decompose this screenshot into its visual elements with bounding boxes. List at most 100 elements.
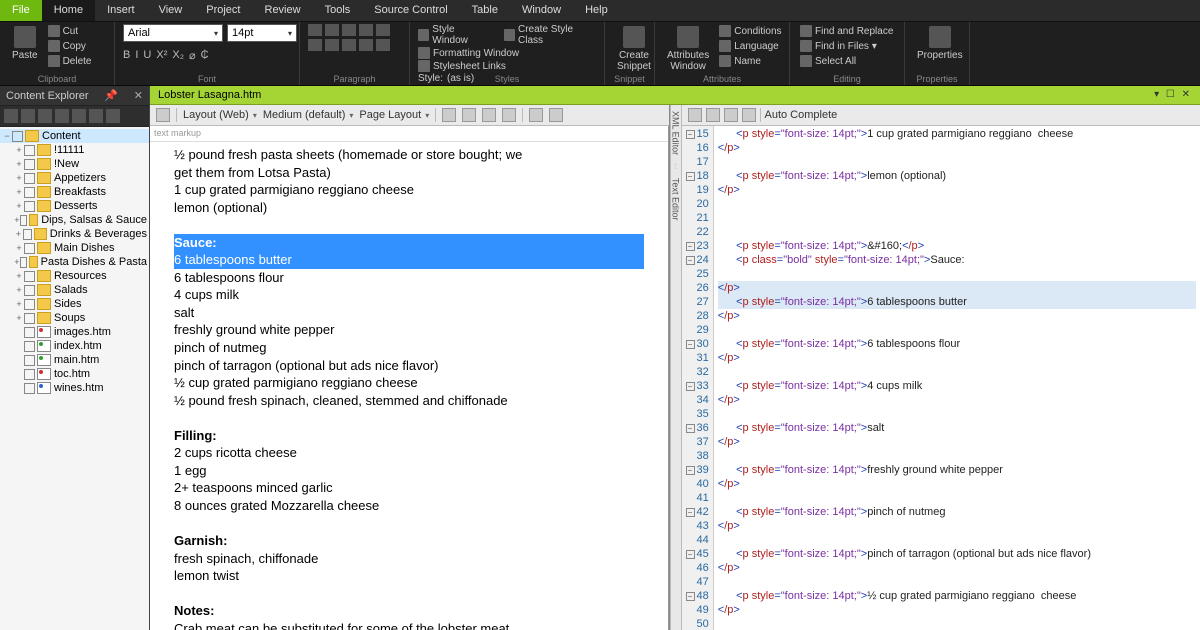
editor-line[interactable]: ½ cup grated parmigiano reggiano cheese [174,374,644,392]
tree-folder[interactable]: +!11111 [0,143,149,157]
tree-folder[interactable]: +Sides [0,297,149,311]
fmt-button[interactable]: X₂ [172,49,184,62]
paragraph-icon[interactable] [325,24,339,36]
editor-line[interactable]: pinch of nutmeg [174,339,644,357]
editor-line[interactable]: 1 cup grated parmigiano reggiano cheese [174,181,644,199]
tree-folder[interactable]: +Desserts [0,199,149,213]
fmt-button[interactable]: B [123,49,130,62]
code-line[interactable]: <p class="bold" style="font-size: 14pt;"… [718,253,1196,267]
font-size-combo[interactable]: 14pt [227,24,297,42]
paragraph-icon[interactable] [342,24,356,36]
editor-line[interactable]: Sauce: [174,234,644,252]
editor-line[interactable]: 4 cups milk [174,286,644,304]
text-editor-tab[interactable]: Text Editor [671,178,681,221]
editor-line[interactable]: Notes: [174,602,644,620]
code-line[interactable]: <p style="font-size: 14pt;">pinch of nut… [718,505,1196,519]
menu-project[interactable]: Project [194,0,252,21]
paragraph-icon[interactable] [376,24,390,36]
pin-icon[interactable]: 📌 [104,89,118,102]
editor-line[interactable]: lemon twist [174,567,644,585]
tool-icon[interactable] [502,108,516,122]
page-layout-dropdown[interactable]: Page Layout [359,109,429,121]
tree-file[interactable]: main.htm [0,353,149,367]
tool-icon[interactable] [21,109,35,123]
tree-file[interactable]: images.htm [0,325,149,339]
xml-editor-tab[interactable]: XML Editor [671,111,681,155]
code-line[interactable]: </p> [718,435,1196,449]
code-line[interactable] [718,407,1196,421]
tool-icon[interactable] [688,108,702,122]
name-button[interactable]: Name [717,54,783,68]
paragraph-icon[interactable] [308,24,322,36]
layout-dropdown[interactable]: Layout (Web) [183,109,257,121]
editor-line[interactable] [174,585,644,603]
tree-folder[interactable]: +!New [0,157,149,171]
code-line[interactable]: <p style="font-size: 14pt;">4 cups milk [718,379,1196,393]
tree-folder[interactable]: +Appetizers [0,171,149,185]
menu-source-control[interactable]: Source Control [362,0,459,21]
paragraph-icon[interactable] [376,39,390,51]
tool-icon[interactable] [482,108,496,122]
code-line[interactable] [718,449,1196,463]
code-line[interactable]: </p> [718,393,1196,407]
editor-line[interactable]: 6 tablespoons butter [174,251,644,269]
language-button[interactable]: Language [717,39,783,53]
tool-icon[interactable] [706,108,720,122]
code-line[interactable] [718,155,1196,169]
tree-file[interactable]: toc.htm [0,367,149,381]
tool-icon[interactable] [106,109,120,123]
code-line[interactable]: </p> [718,519,1196,533]
editor-line[interactable]: 2 cups ricotta cheese [174,444,644,462]
code-line[interactable]: </p> [718,603,1196,617]
tree-file[interactable]: index.htm [0,339,149,353]
editor-line[interactable]: 8 ounces grated Mozzarella cheese [174,497,644,515]
paste-button[interactable]: Paste [8,24,42,63]
editor-line[interactable] [174,216,644,234]
code-line[interactable]: <p style="font-size: 14pt;">lemon (optio… [718,169,1196,183]
style-window-button[interactable]: Style Window Create Style Class [418,24,596,46]
paragraph-icon[interactable] [359,24,373,36]
tool-icon[interactable] [4,109,18,123]
code-line[interactable] [718,225,1196,239]
tree-file[interactable]: wines.htm [0,381,149,395]
fmt-button[interactable]: I [135,49,138,62]
code-line[interactable] [718,533,1196,547]
tree-folder[interactable]: +Resources [0,269,149,283]
content-tree[interactable]: −Content+!11111+!New+Appetizers+Breakfas… [0,127,149,630]
editor-line[interactable] [174,514,644,532]
fmt-button[interactable]: ⌀ [189,49,196,62]
code-line[interactable]: <p style="font-size: 14pt;">salt [718,421,1196,435]
wysiwyg-editor[interactable]: text markup ½ pound fresh pasta sheets (… [150,126,669,630]
menu-insert[interactable]: Insert [95,0,147,21]
font-name-combo[interactable]: Arial [123,24,223,42]
tool-icon[interactable] [529,108,543,122]
code-line[interactable]: <p style="font-size: 14pt;">½ cup grated… [718,589,1196,603]
attributes-window-button[interactable]: Attributes Window [663,24,713,74]
code-line[interactable]: </p> [718,183,1196,197]
code-line[interactable]: <p style="font-size: 14pt;">6 tablespoon… [718,337,1196,351]
menu-tools[interactable]: Tools [313,0,363,21]
splitter-handle[interactable]: XML Editor ↕ Text Editor [670,105,682,630]
fmt-button[interactable]: ₵ [201,49,209,62]
tree-folder[interactable]: +Main Dishes [0,241,149,255]
editor-line[interactable]: get them from Lotsa Pasta) [174,164,644,182]
paragraph-icon[interactable] [308,39,322,51]
code-line[interactable]: <p style="font-size: 14pt;">&#160;</p> [718,239,1196,253]
editor-line[interactable]: fresh spinach, chiffonade [174,550,644,568]
code-line[interactable]: </p> [718,477,1196,491]
tree-folder[interactable]: +Drinks & Beverages [0,227,149,241]
code-line[interactable]: <p style="font-size: 14pt;">pinch of tar… [718,547,1196,561]
code-line[interactable] [718,575,1196,589]
code-line[interactable]: <p style="font-size: 14pt;">freshly grou… [718,463,1196,477]
tree-folder[interactable]: +Breakfasts [0,185,149,199]
tree-root[interactable]: −Content [0,129,149,143]
code-line[interactable]: </p> [718,351,1196,365]
fmt-button[interactable]: U [143,49,151,62]
paragraph-icon[interactable] [342,39,356,51]
editor-line[interactable]: ½ pound fresh spinach, cleaned, stemmed … [174,392,644,410]
menu-window[interactable]: Window [510,0,573,21]
editor-line[interactable]: Crab meat can be substituted for some of… [174,620,644,630]
editor-line[interactable]: salt [174,304,644,322]
editor-line[interactable] [174,409,644,427]
editor-line[interactable]: 2+ teaspoons minced garlic [174,479,644,497]
